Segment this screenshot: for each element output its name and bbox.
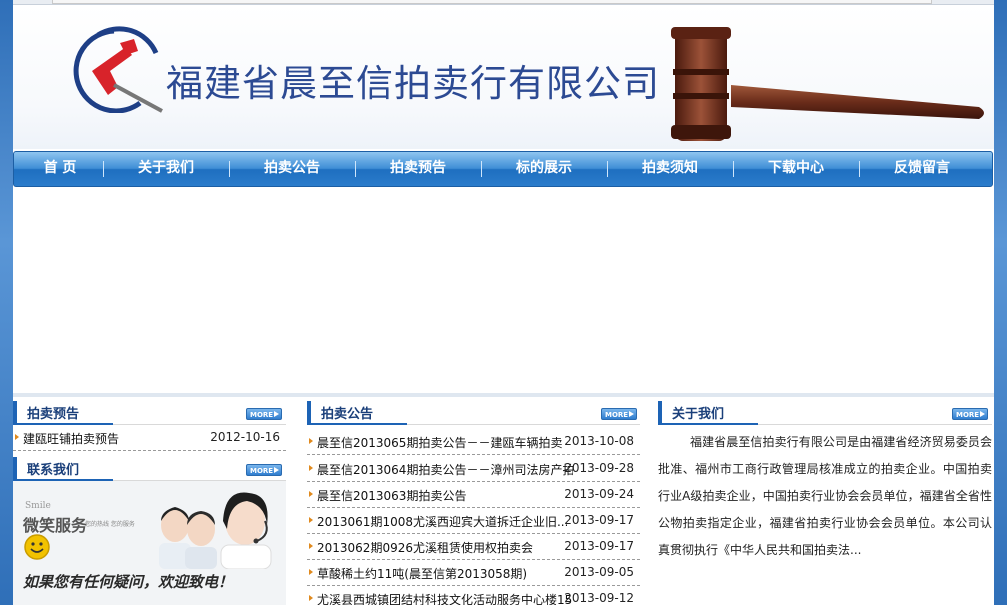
nav-item-rules[interactable]: 拍卖须知 bbox=[608, 152, 732, 186]
title-accent-bar bbox=[13, 401, 17, 423]
title-underline bbox=[658, 423, 758, 425]
smile-en-text: Smile bbox=[25, 501, 51, 511]
page-right-border bbox=[994, 0, 1007, 605]
browser-tab-strip bbox=[52, 0, 932, 4]
title-accent-bar bbox=[307, 401, 311, 423]
list-item-date: 2013-09-17 bbox=[564, 513, 634, 527]
title-underline bbox=[307, 423, 407, 425]
list-item-date: 2013-09-28 bbox=[564, 461, 634, 475]
more-label: MORE bbox=[250, 411, 274, 419]
bullet-icon bbox=[309, 438, 313, 444]
title-accent-bar bbox=[658, 401, 662, 423]
smile-sub-text: 您的热线 您的服务 bbox=[85, 521, 135, 528]
about-text: 福建省晨至信拍卖行有限公司是由福建省经济贸易委员会批准、福州市工商行政管理局核准… bbox=[658, 435, 992, 557]
list-item[interactable]: 晨至信2013064期拍卖公告－－漳州司法房产拍... 2013-09-28 bbox=[307, 456, 640, 482]
list-item-title: 草酸稀土约11吨(晨至信第2013058期) bbox=[317, 567, 528, 581]
slider-bottom-divider bbox=[13, 393, 994, 397]
bullet-icon bbox=[309, 595, 313, 601]
arrow-right-icon bbox=[980, 411, 985, 417]
list-item-date: 2013-09-12 bbox=[564, 591, 634, 605]
announce-panel-header: 拍卖公告 MORE bbox=[307, 399, 640, 425]
nav-item-about[interactable]: 关于我们 bbox=[104, 152, 228, 186]
list-item[interactable]: 2013062期0926尤溪租赁使用权拍卖会 2013-09-17 bbox=[307, 534, 640, 560]
more-label: MORE bbox=[956, 411, 980, 419]
contact-panel-header: 联系我们 MORE bbox=[13, 455, 286, 481]
banner-slider-area bbox=[13, 188, 994, 393]
list-item[interactable]: 晨至信2013065期拍卖公告－－建瓯车辆拍卖 2013-10-08 bbox=[307, 429, 640, 455]
nav-item-announcements[interactable]: 拍卖公告 bbox=[230, 152, 354, 186]
list-item-title: 晨至信2013065期拍卖公告－－建瓯车辆拍卖 bbox=[317, 436, 563, 450]
title-accent-bar bbox=[13, 457, 17, 479]
preview-more-button[interactable]: MORE bbox=[246, 408, 282, 420]
announce-panel-title: 拍卖公告 bbox=[321, 407, 374, 422]
about-panel-header: 关于我们 MORE bbox=[658, 399, 992, 425]
nav-item-downloads[interactable]: 下载中心 bbox=[734, 152, 858, 186]
company-name: 福建省晨至信拍卖行有限公司 bbox=[166, 62, 660, 105]
bullet-icon bbox=[309, 517, 313, 523]
list-item-date: 2013-09-24 bbox=[564, 487, 634, 501]
preview-panel-header: 拍卖预告 MORE bbox=[13, 399, 286, 425]
list-item-date: 2013-09-17 bbox=[564, 539, 634, 553]
list-item-title: 尤溪县西城镇团结村科技文化活动服务中心楼15 bbox=[317, 593, 572, 605]
main-nav: 首 页 关于我们 拍卖公告 拍卖预告 标的展示 拍卖须知 下载中心 反馈留言 bbox=[13, 151, 993, 187]
preview-panel-title: 拍卖预告 bbox=[27, 407, 80, 422]
header-banner: 福建省晨至信拍卖行有限公司 bbox=[13, 5, 994, 149]
about-more-button[interactable]: MORE bbox=[952, 408, 988, 420]
list-item-date: 2012-10-16 bbox=[210, 430, 280, 444]
customer-service-staff-icon bbox=[159, 492, 272, 569]
smiley-icon bbox=[24, 534, 50, 560]
list-item-title: 2013062期0926尤溪租赁使用权拍卖会 bbox=[317, 541, 533, 555]
list-item[interactable]: 建瓯旺铺拍卖预告 2012-10-16 bbox=[13, 425, 286, 451]
bullet-icon bbox=[309, 569, 313, 575]
nav-item-previews[interactable]: 拍卖预告 bbox=[356, 152, 480, 186]
arrow-right-icon bbox=[629, 411, 634, 417]
list-item-title: 2013061期1008尤溪西迎宾大道拆迁企业旧... bbox=[317, 515, 567, 529]
list-item-title: 建瓯旺铺拍卖预告 bbox=[23, 432, 120, 446]
more-label: MORE bbox=[605, 411, 629, 419]
nav-item-showcase[interactable]: 标的展示 bbox=[482, 152, 606, 186]
gavel-icon bbox=[671, 27, 984, 141]
bullet-icon bbox=[309, 465, 313, 471]
list-item-date: 2013-09-05 bbox=[564, 565, 634, 579]
list-item-date: 2013-10-08 bbox=[564, 434, 634, 448]
list-item[interactable]: 2013061期1008尤溪西迎宾大道拆迁企业旧... 2013-09-17 bbox=[307, 508, 640, 534]
list-item[interactable]: 尤溪县西城镇团结村科技文化活动服务中心楼15 2013-09-12 bbox=[307, 586, 640, 605]
nav-item-home[interactable]: 首 页 bbox=[14, 152, 106, 186]
contact-service-image: Smile 微笑服务 您的热线 您的服务 如果您有任何疑问，欢迎致电！ bbox=[13, 481, 286, 605]
more-label: MORE bbox=[250, 467, 274, 475]
list-item[interactable]: 晨至信2013063期拍卖公告 2013-09-24 bbox=[307, 482, 640, 508]
list-item[interactable]: 草酸稀土约11吨(晨至信第2013058期) 2013-09-05 bbox=[307, 560, 640, 586]
company-logo-icon bbox=[73, 26, 163, 113]
page: 福建省晨至信拍卖行有限公司 首 页 关于我们 拍卖公告 拍卖预告 标的展示 拍卖… bbox=[13, 5, 994, 605]
arrow-right-icon bbox=[274, 411, 279, 417]
list-item-title: 晨至信2013063期拍卖公告 bbox=[317, 489, 467, 503]
bullet-icon bbox=[309, 491, 313, 497]
contact-message: 如果您有任何疑问，欢迎致电！ bbox=[23, 573, 234, 591]
about-panel-title: 关于我们 bbox=[672, 407, 725, 422]
list-item-title: 晨至信2013064期拍卖公告－－漳州司法房产拍... bbox=[317, 463, 573, 477]
announce-more-button[interactable]: MORE bbox=[601, 408, 637, 420]
bullet-icon bbox=[15, 434, 19, 440]
page-left-border bbox=[0, 0, 13, 605]
arrow-right-icon bbox=[274, 467, 279, 473]
nav-item-feedback[interactable]: 反馈留言 bbox=[860, 152, 984, 186]
bullet-icon bbox=[309, 543, 313, 549]
contact-more-button[interactable]: MORE bbox=[246, 464, 282, 476]
contact-panel-title: 联系我们 bbox=[27, 463, 80, 478]
